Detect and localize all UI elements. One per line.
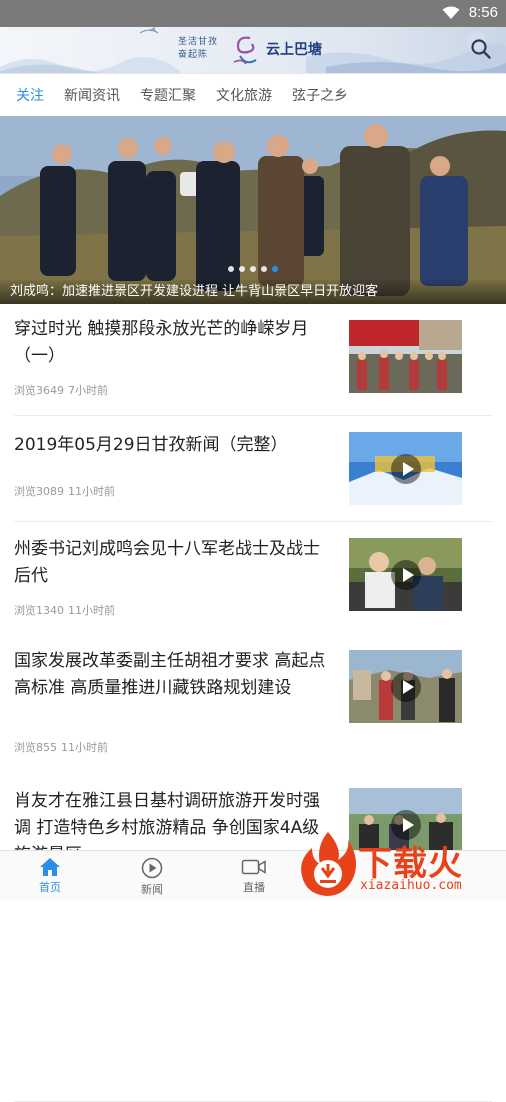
tab-topics[interactable]: 专题汇聚: [140, 85, 196, 105]
list-item[interactable]: 2019年05月29日甘孜新闻（完整） 浏览3089 11小时前: [0, 416, 506, 522]
carousel-dot[interactable]: [261, 266, 267, 272]
tab-follow[interactable]: 关注: [16, 85, 44, 105]
nav-news[interactable]: 新闻: [122, 857, 182, 897]
news-time: 7小时前: [68, 384, 108, 397]
news-views: 浏览3649: [14, 384, 64, 397]
hero-caption[interactable]: 刘成鸣：加速推进景区开发建设进程 让牛背山景区早日开放迎客: [0, 280, 506, 304]
news-title[interactable]: 国家发展改革委副主任胡祖才要求 高起点 高标准 高质量推进川藏铁路规划建设: [14, 648, 336, 702]
flame-icon: [301, 832, 356, 896]
status-bar: 8:56: [0, 0, 506, 27]
nav-live[interactable]: 直播: [224, 857, 284, 895]
list-item[interactable]: 州委书记刘成鸣会见十八军老战士及战士后代 浏览1340 11小时前: [0, 522, 506, 852]
tab-xianzi[interactable]: 弦子之乡: [292, 85, 348, 105]
watermark-logo: 下载火 xiazaihuo.com: [298, 828, 506, 900]
carousel-indicator: [228, 266, 278, 272]
news-thumbnail[interactable]: [349, 320, 462, 393]
news-views: 浏览3089: [14, 485, 64, 498]
carousel-dot[interactable]: [228, 266, 234, 272]
news-title[interactable]: 2019年05月29日甘孜新闻（完整）: [14, 432, 336, 459]
header-slogan: 圣洁甘孜 奋起陈: [178, 36, 226, 62]
category-tabs: 关注 新闻资讯 专题汇聚 文化旅游 弦子之乡: [0, 74, 506, 116]
hero-image: [0, 116, 506, 304]
search-icon[interactable]: [470, 38, 492, 60]
list-item[interactable]: 国家发展改革委副主任胡祖才要求 高起点 高标准 高质量推进川藏铁路规划建设 浏览…: [0, 634, 506, 1102]
hero-carousel[interactable]: 刘成鸣：加速推进景区开发建设进程 让牛背山景区早日开放迎客: [0, 116, 506, 304]
news-meta: 浏览1340 11小时前: [14, 602, 115, 618]
nav-home[interactable]: 首页: [20, 857, 80, 895]
carousel-dot[interactable]: [239, 266, 245, 272]
app-name: 云上巴塘: [266, 42, 322, 58]
carousel-dot[interactable]: [250, 266, 256, 272]
list-item[interactable]: 穿过时光 触摸那段永放光芒的峥嵘岁月（一） 浏览3649 7小时前: [0, 304, 506, 416]
app-header: 圣洁甘孜 奋起陈 云上巴塘: [0, 27, 506, 74]
news-thumbnail[interactable]: [349, 432, 462, 505]
news-title[interactable]: 穿过时光 触摸那段永放光芒的峥嵘岁月（一）: [14, 316, 336, 370]
thumbnail-image: [349, 320, 462, 393]
carousel-dot-active[interactable]: [272, 266, 278, 272]
nav-home-label: 首页: [39, 881, 61, 894]
slogan-line-2: 奋起陈: [178, 50, 209, 60]
play-icon[interactable]: [390, 559, 421, 590]
video-camera-icon: [241, 859, 266, 875]
news-title[interactable]: 州委书记刘成鸣会见十八军老战士及战士后代: [14, 536, 336, 590]
news-meta: 浏览3089 11小时前: [14, 483, 115, 499]
play-icon[interactable]: [390, 671, 421, 702]
slogan-line-1: 圣洁甘孜: [178, 37, 219, 47]
watermark-domain: xiazaihuo.com: [360, 878, 462, 893]
nav-live-label: 直播: [243, 881, 265, 894]
app-logo-icon: [233, 36, 257, 65]
news-time: 11小时前: [68, 604, 115, 617]
news-thumbnail[interactable]: [349, 538, 462, 611]
news-time: 11小时前: [61, 741, 108, 754]
home-icon: [40, 858, 60, 876]
news-views: 浏览1340: [14, 604, 64, 617]
news-meta: 浏览3649 7小时前: [14, 382, 108, 398]
news-views: 浏览855: [14, 741, 57, 754]
wifi-icon: [442, 6, 460, 19]
tab-culture-travel[interactable]: 文化旅游: [216, 85, 272, 105]
news-meta: 浏览855 11小时前: [14, 739, 108, 755]
tab-news[interactable]: 新闻资讯: [64, 85, 120, 105]
status-time: 8:56: [468, 4, 498, 21]
header-decoration-left: [0, 27, 180, 73]
news-time: 11小时前: [68, 485, 115, 498]
nav-news-label: 新闻: [141, 883, 163, 896]
play-icon[interactable]: [390, 453, 421, 484]
play-circle-icon: [141, 857, 163, 879]
news-thumbnail[interactable]: [349, 650, 462, 723]
